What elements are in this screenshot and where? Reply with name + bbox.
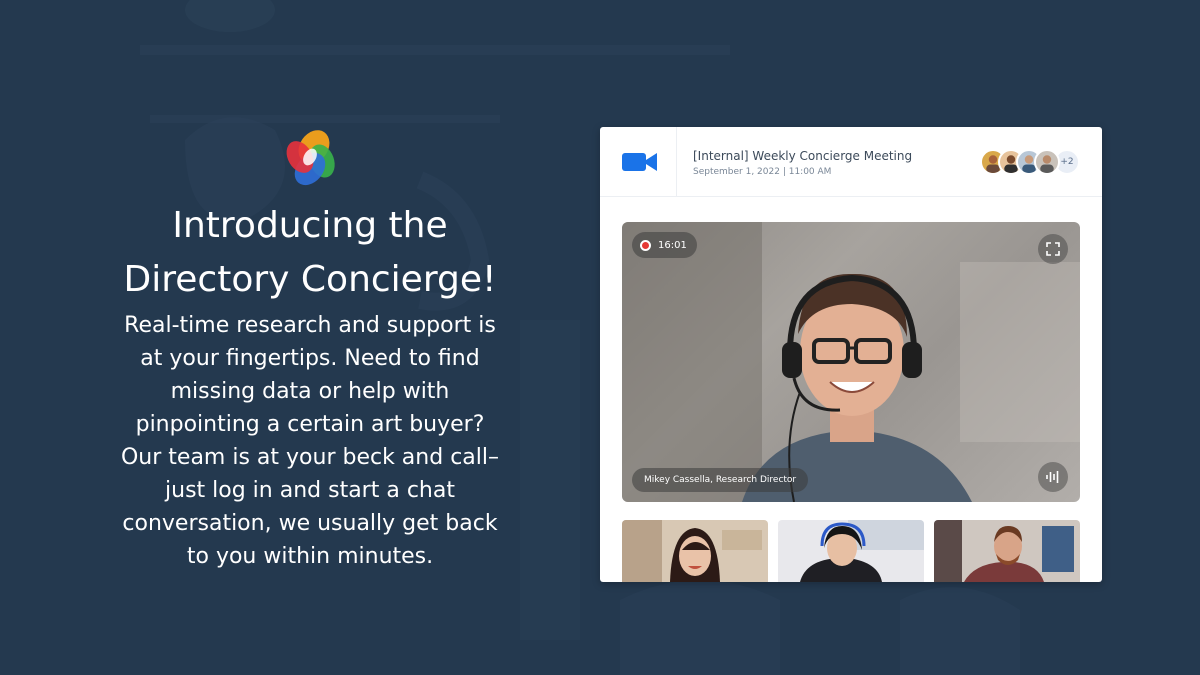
fullscreen-icon [1046, 242, 1060, 256]
meeting-date: September 1, 2022 | 11:00 AM [693, 167, 832, 177]
body-line: conversation, we usually get back [122, 511, 498, 536]
body-line: to you within minutes. [186, 544, 434, 569]
meeting-header: [Internal] Weekly Concierge Meeting Sept… [600, 127, 1102, 197]
body-line: Our team is at your beck and call– [120, 445, 499, 470]
body-line: at your fingertips. Need to find [140, 346, 480, 371]
participant-video-image [934, 520, 1080, 582]
avatar[interactable] [1034, 149, 1060, 175]
recording-time: 16:01 [658, 239, 687, 251]
header-divider [676, 127, 677, 197]
concierge-logo-icon [286, 130, 335, 186]
fullscreen-button[interactable] [1038, 234, 1068, 264]
marketing-panel: Introducing the Directory Concierge! Rea… [100, 125, 520, 573]
body-line: just log in and start a chat [165, 478, 455, 503]
recording-timer: 16:01 [632, 232, 697, 258]
description-text: Real-time research and support is at you… [100, 309, 520, 573]
body-line: missing data or help with [170, 379, 450, 404]
video-camera-icon [622, 153, 657, 171]
headline-line-1: Introducing the [172, 205, 448, 246]
record-icon [640, 239, 651, 251]
meeting-card: [Internal] Weekly Concierge Meeting Sept… [600, 127, 1102, 582]
headline-line-2: Directory Concierge! [123, 259, 497, 300]
participant-video-image [778, 520, 924, 582]
meeting-title: [Internal] Weekly Concierge Meeting [693, 149, 913, 163]
participant-thumbnails [622, 520, 1080, 582]
participant-video-thumbnail[interactable] [934, 520, 1080, 582]
speaker-video-image [742, 273, 972, 502]
body-line: pinpointing a certain art buyer? [135, 412, 485, 437]
speaker-name-label: Mikey Cassella, Research Director [632, 468, 809, 492]
participant-avatars[interactable]: +2 [980, 149, 1080, 175]
participant-video-thumbnail[interactable] [622, 520, 768, 582]
participant-video-thumbnail[interactable] [778, 520, 924, 582]
main-video-feed[interactable]: 16:01 Mikey Cassella, Research Director [622, 222, 1080, 502]
audio-button[interactable] [1038, 462, 1068, 492]
body-line: Real-time research and support is [124, 313, 496, 338]
page-title: Introducing the Directory Concierge! [100, 199, 520, 307]
audio-waveform-icon [1046, 471, 1059, 483]
participant-video-image [622, 520, 768, 582]
